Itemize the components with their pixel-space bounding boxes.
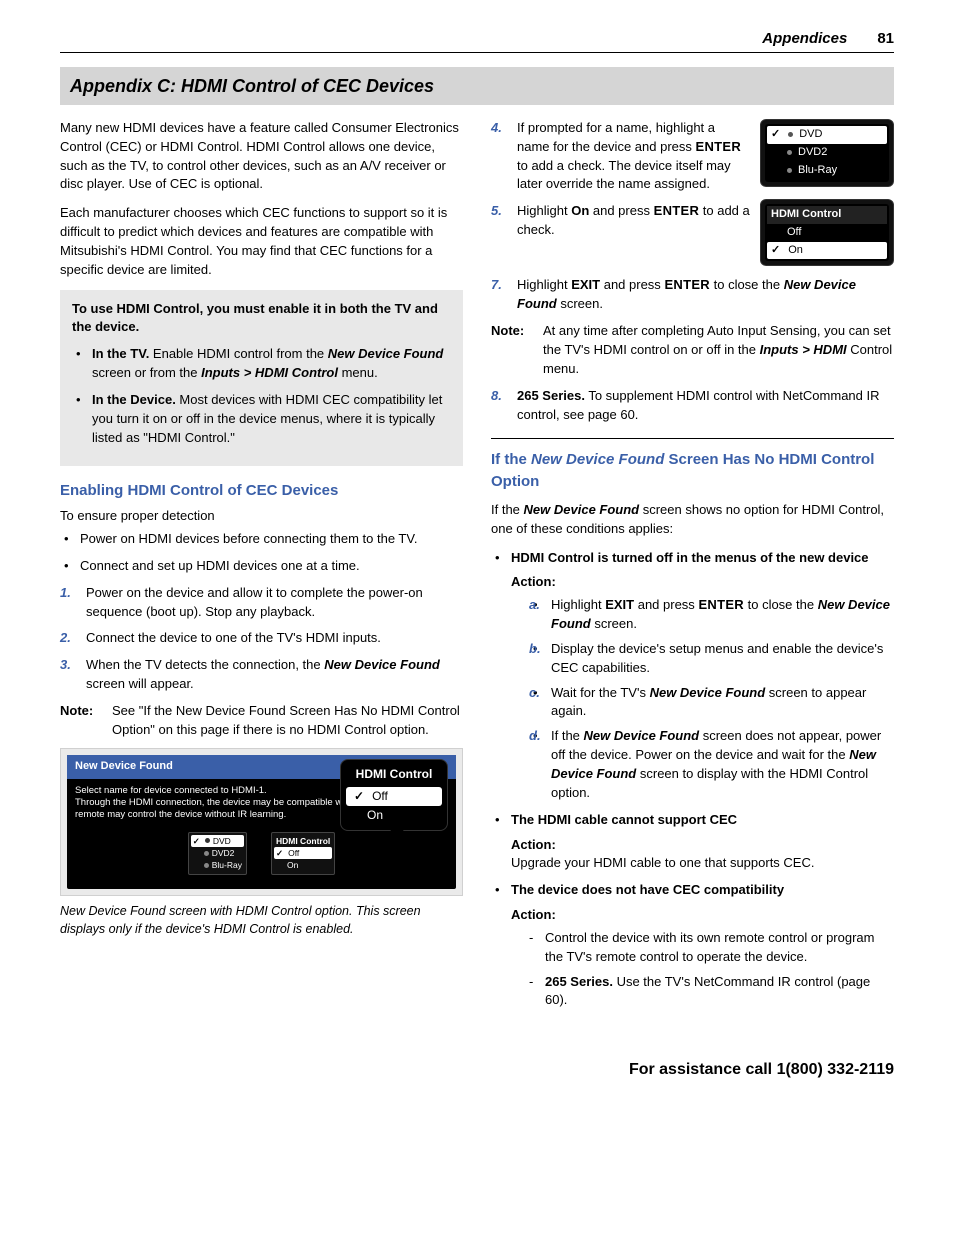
note-body: At any time after completing Auto Input … (543, 322, 894, 379)
assistance-footer: For assistance call 1(800) 332-2119 (60, 1058, 894, 1081)
step-7: 7.Highlight EXIT and press ENTER to clos… (491, 276, 894, 314)
section-heading: If the New Device Found Screen Has No HD… (491, 449, 894, 493)
callout-bullet: In the TV. Enable HDMI control from the … (72, 345, 451, 383)
new-device-found-screenshot: New Device Found Select name for device … (60, 748, 463, 896)
callout-intro: To use HDMI Control, you must enable it … (72, 300, 451, 338)
device-list-image: DVD DVD2 Blu-Ray (760, 119, 894, 187)
left-column: Many new HDMI devices have a feature cal… (60, 119, 463, 1018)
paragraph: Many new HDMI devices have a feature cal… (60, 119, 463, 194)
condition-2: The HDMI cable cannot support CEC Action… (491, 811, 894, 874)
popup-title: HDMI Control (343, 764, 445, 787)
page-number: 81 (877, 28, 894, 50)
hdmi-control-popup: HDMI Control Off On (340, 759, 448, 831)
action-d: d.If the New Device Found screen does no… (529, 727, 894, 802)
step-8: 8.265 Series. To supplement HDMI control… (491, 387, 894, 425)
ndf-device-list: DVD DVD2 Blu-Ray (188, 832, 247, 875)
pre-step-bullet: Connect and set up HDMI devices one at a… (60, 557, 463, 576)
callout-bullet: In the Device. Most devices with HDMI CE… (72, 391, 451, 448)
paragraph: Each manufacturer chooses which CEC func… (60, 204, 463, 279)
step-2: 2.Connect the device to one of the TV's … (60, 629, 463, 648)
pre-step-bullet: Power on HDMI devices before connecting … (60, 530, 463, 549)
note-label: Note: (491, 322, 535, 379)
subheading-enabling: Enabling HDMI Control of CEC Devices (60, 480, 463, 502)
paragraph: If the New Device Found screen shows no … (491, 501, 894, 539)
note-body: See "If the New Device Found Screen Has … (112, 702, 463, 740)
action-a: a.Highlight EXIT and press ENTER to clos… (529, 596, 894, 634)
action-dash: Control the device with its own remote c… (529, 929, 894, 967)
step-3: 3.When the TV detects the connection, th… (60, 656, 463, 694)
right-column: 4.If prompted for a name, highlight a na… (491, 119, 894, 1018)
condition-3: The device does not have CEC compatibili… (491, 881, 894, 1010)
action-c: c.Wait for the TV's New Device Found scr… (529, 684, 894, 722)
screenshot-caption: New Device Found screen with HDMI Contro… (60, 902, 463, 938)
note: Note: See "If the New Device Found Scree… (60, 702, 463, 740)
hdmi-control-image: HDMI Control Off On (760, 199, 894, 267)
paragraph: To ensure proper detection (60, 507, 463, 526)
step-5: 5.Highlight On and press ENTER to add a … (491, 202, 750, 240)
page-header: Appendices 81 (60, 28, 894, 53)
condition-1: HDMI Control is turned off in the menus … (491, 549, 894, 803)
no-hdmi-option-section: If the New Device Found Screen Has No HD… (491, 438, 894, 1010)
section-name: Appendices (762, 28, 847, 50)
callout-box: To use HDMI Control, you must enable it … (60, 290, 463, 466)
step-4: 4.If prompted for a name, highlight a na… (491, 119, 750, 194)
step-1: 1.Power on the device and allow it to co… (60, 584, 463, 622)
ndf-hdmi-control: HDMI Control Off On (271, 832, 335, 875)
action-dash: 265 Series. Use the TV's NetCommand IR c… (529, 973, 894, 1011)
action-b: b.Display the device's setup menus and e… (529, 640, 894, 678)
step-4-row: 4.If prompted for a name, highlight a na… (491, 119, 894, 267)
appendix-title: Appendix C: HDMI Control of CEC Devices (60, 67, 894, 105)
note-label: Note: (60, 702, 104, 740)
note: Note: At any time after completing Auto … (491, 322, 894, 379)
